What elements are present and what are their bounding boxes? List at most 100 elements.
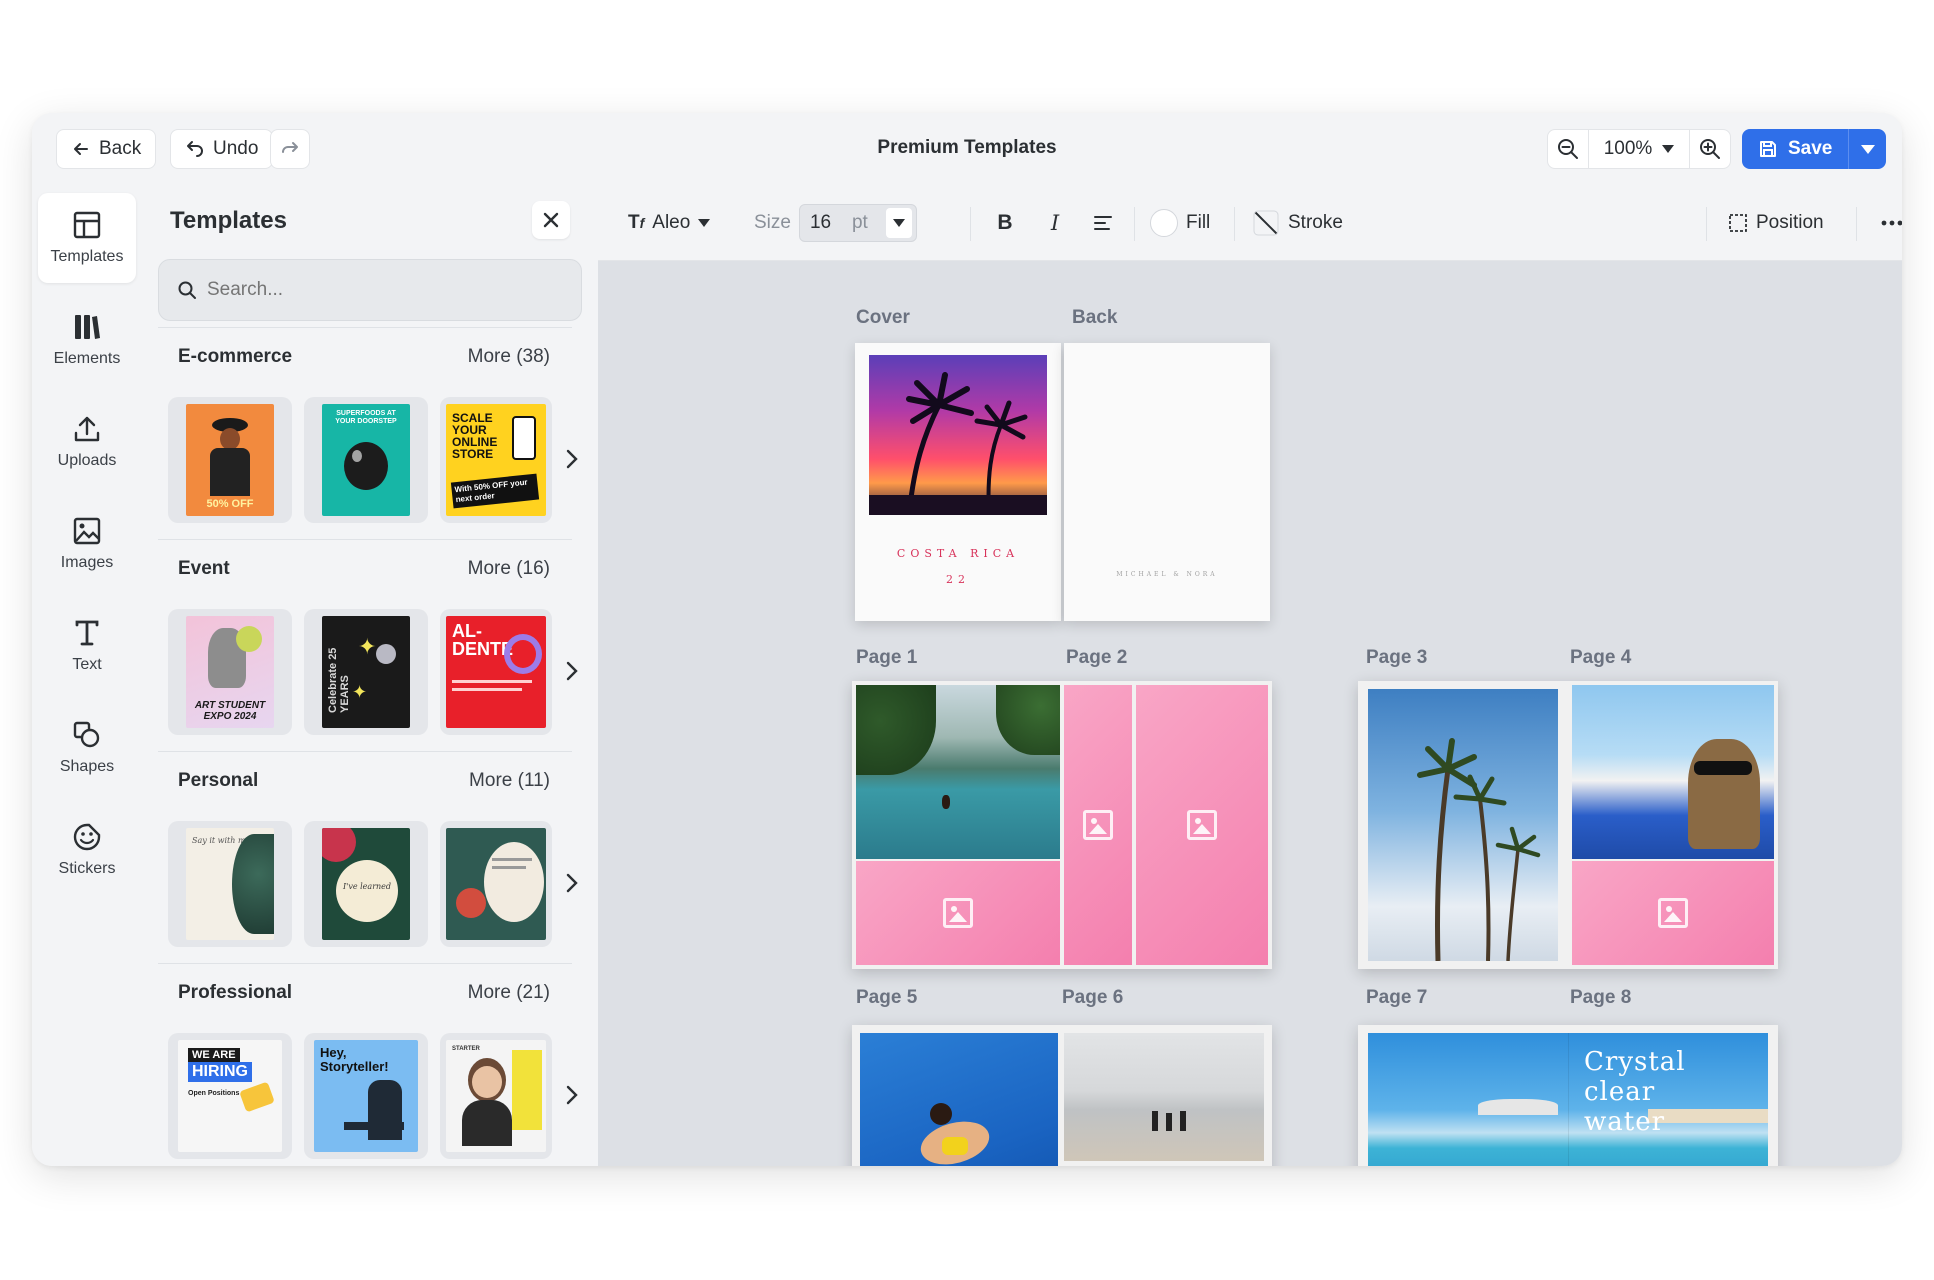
- template-thumb[interactable]: AL-DENTE: [440, 609, 552, 735]
- cover-page[interactable]: COSTA RICA 22: [855, 343, 1061, 621]
- rail-item-templates[interactable]: Templates: [38, 193, 136, 283]
- size-dropdown-button[interactable]: [885, 208, 912, 238]
- page-label: Cover: [856, 307, 910, 328]
- template-card: STARTER: [446, 1040, 546, 1152]
- divider: [1134, 207, 1135, 241]
- back-page[interactable]: MICHAEL & NORA: [1064, 343, 1270, 621]
- spread-page7-8[interactable]: Crystal clear water: [1358, 1025, 1778, 1166]
- template-thumb[interactable]: [440, 821, 552, 947]
- section-professional: Professional More (21) WE ARE HIRING Ope…: [158, 963, 582, 1166]
- zoom-select[interactable]: 100%: [1588, 130, 1690, 168]
- align-button[interactable]: [1088, 203, 1118, 243]
- caret-down-icon: [698, 219, 711, 227]
- fill-button[interactable]: Fill: [1150, 203, 1210, 243]
- rail-item-stickers[interactable]: Stickers: [38, 805, 136, 895]
- more-link[interactable]: More (16): [468, 558, 550, 580]
- template-thumb[interactable]: ART STUDENT EXPO 2024: [168, 609, 292, 735]
- sunset-photo: [869, 355, 1047, 515]
- cover-title: COSTA RICA: [896, 547, 1020, 560]
- page-label: Page 1: [856, 647, 918, 668]
- more-link[interactable]: More (38): [468, 346, 550, 368]
- divider: [1234, 207, 1235, 241]
- section-ecommerce: E-commerce More (38) 50% OFF SUPERFOODS …: [158, 327, 582, 539]
- more-link[interactable]: More (21): [468, 982, 550, 1004]
- template-thumb[interactable]: I've learned: [304, 821, 428, 947]
- thumb-text: WE ARE: [188, 1048, 240, 1062]
- template-card: Say it with me: [186, 828, 274, 940]
- spread-page3-4[interactable]: [1358, 681, 1778, 969]
- zoom-out-button[interactable]: [1548, 130, 1588, 168]
- template-thumb[interactable]: Celebrate 25 YEARS ✦ ✦: [304, 609, 428, 735]
- spread-page1-2[interactable]: [852, 681, 1272, 969]
- chevron-right-icon[interactable]: [562, 1081, 582, 1109]
- template-thumb[interactable]: SCALE YOUR ONLINE STORE With 50% OFF you…: [440, 397, 552, 523]
- spread-page5-6[interactable]: [852, 1025, 1272, 1166]
- italic-button[interactable]: I: [1040, 203, 1070, 243]
- section-header: Event More (16): [178, 539, 550, 599]
- align-left-icon: [1094, 216, 1112, 230]
- rail-label: Uploads: [57, 452, 117, 469]
- zoom-in-button[interactable]: [1690, 130, 1730, 168]
- layout-icon: [73, 211, 101, 239]
- save-options-button[interactable]: [1848, 129, 1887, 169]
- chevron-right-icon[interactable]: [562, 445, 582, 473]
- more-options-button[interactable]: [1872, 203, 1902, 243]
- rail-item-text[interactable]: Text: [38, 601, 136, 691]
- thumb-text: SUPERFOODS AT YOUR DOORSTEP: [335, 410, 397, 425]
- dog-photo: [1572, 685, 1774, 859]
- save-label: Save: [1788, 138, 1833, 159]
- caret-down-icon: [1662, 145, 1675, 153]
- page-label: Page 7: [1366, 987, 1428, 1008]
- font-select[interactable]: Tf Aleo: [628, 203, 711, 243]
- section-name: Professional: [178, 982, 293, 1003]
- chevron-right-icon[interactable]: [562, 657, 582, 685]
- format-toolbar: Tf Aleo Size 16 pt B I Fill Stroke Posit…: [598, 185, 1902, 261]
- image-placeholder[interactable]: [856, 861, 1060, 965]
- template-thumb[interactable]: Say it with me: [168, 821, 292, 947]
- position-label: Position: [1756, 212, 1824, 233]
- beach-walk-photo: [1064, 1033, 1264, 1161]
- thumb-text: With 50% OFF your next order: [450, 473, 540, 509]
- rail-item-uploads[interactable]: Uploads: [38, 397, 136, 487]
- rail-item-shapes[interactable]: Shapes: [38, 703, 136, 793]
- star-icon: ✦: [352, 682, 368, 702]
- image-placeholder-icon: [1658, 898, 1688, 928]
- template-card: 50% OFF: [186, 404, 274, 516]
- page-label: Page 3: [1366, 647, 1428, 668]
- template-thumb[interactable]: STARTER: [440, 1033, 552, 1159]
- sticker-icon: [73, 823, 101, 851]
- template-thumb[interactable]: SUPERFOODS AT YOUR DOORSTEP: [304, 397, 428, 523]
- search-input[interactable]: [207, 279, 567, 301]
- palm-silhouette: [869, 372, 1047, 515]
- templates-panel: Templates E-commerce More (38) 50: [142, 185, 598, 1166]
- stroke-button[interactable]: Stroke: [1252, 203, 1343, 243]
- page-label: Page 4: [1570, 647, 1632, 668]
- zoom-value: 100%: [1603, 138, 1653, 159]
- bold-button[interactable]: B: [990, 203, 1020, 243]
- template-card: Hey, Storyteller!: [314, 1040, 418, 1152]
- close-panel-button[interactable]: [532, 201, 570, 239]
- rail-item-elements[interactable]: Elements: [38, 295, 136, 385]
- template-thumb[interactable]: 50% OFF: [168, 397, 292, 523]
- rail-item-images[interactable]: Images: [38, 499, 136, 589]
- rail-label: Shapes: [59, 758, 115, 775]
- section-name: Personal: [178, 770, 259, 791]
- zoom-controls: 100%: [1547, 129, 1731, 169]
- image-placeholder[interactable]: [1064, 685, 1132, 965]
- template-thumb[interactable]: WE ARE HIRING Open Positions: [168, 1033, 292, 1159]
- template-card: WE ARE HIRING Open Positions: [178, 1040, 282, 1152]
- template-card: AL-DENTE: [446, 616, 546, 728]
- more-link[interactable]: More (11): [469, 770, 550, 792]
- section-header: Personal More (11): [178, 751, 550, 811]
- font-icon: Tf: [628, 212, 645, 233]
- search-box: [158, 259, 582, 321]
- chevron-right-icon[interactable]: [562, 869, 582, 897]
- font-name: Aleo: [652, 212, 691, 233]
- top-bar: Back Undo Premium Templates 100% Save: [32, 113, 1902, 185]
- save-button[interactable]: Save: [1742, 129, 1849, 169]
- size-input[interactable]: 16 pt: [798, 204, 917, 242]
- position-button[interactable]: Position: [1728, 203, 1824, 243]
- image-placeholder[interactable]: [1136, 685, 1268, 965]
- image-placeholder[interactable]: [1572, 861, 1774, 965]
- template-thumb[interactable]: Hey, Storyteller!: [304, 1033, 428, 1159]
